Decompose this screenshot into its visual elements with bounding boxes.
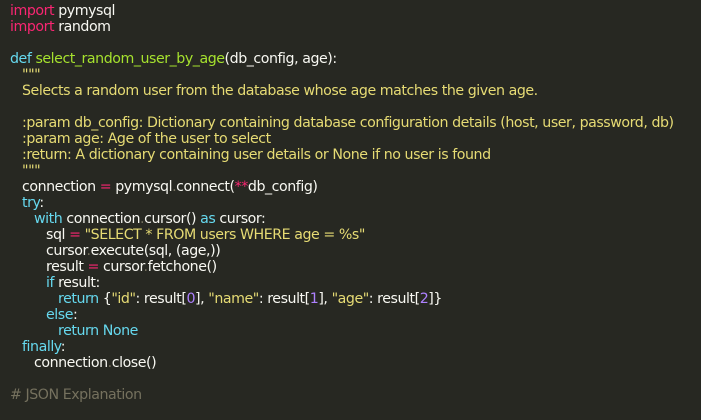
code-token: fetchone() <box>147 259 218 275</box>
code-token: : result[ <box>258 291 310 307</box>
code-line-16: cursor.execute(sql, (age,)) <box>10 243 701 259</box>
code-line-18: if result: <box>10 275 701 291</box>
function-name: select_random_user_by_age <box>35 51 225 67</box>
code-line-2: import random <box>10 19 701 35</box>
code-line-22: finally: <box>10 339 701 355</box>
dict-key: "name" <box>208 291 259 307</box>
operator: = <box>99 179 112 195</box>
code-line-10: :return: A dictionary containing user de… <box>10 147 701 163</box>
code-token: { <box>98 291 112 307</box>
sql-string: "SELECT * FROM users WHERE age = %s" <box>80 227 366 243</box>
code-token: cursor: <box>215 211 266 227</box>
code-token: connection <box>22 179 100 195</box>
code-line-5: """ <box>10 67 701 83</box>
index-number: 0 <box>186 291 196 307</box>
code-token: : <box>39 195 44 211</box>
code-line-14: with connection.cursor() as cursor: <box>10 211 701 227</box>
code-token: cursor <box>46 243 87 259</box>
docstring-close: """ <box>22 163 41 179</box>
operator: = <box>69 227 81 243</box>
code-token: cursor() <box>144 211 201 227</box>
function-args: (db_config, age): <box>224 51 338 67</box>
keyword-none: None <box>98 323 139 339</box>
code-token: ]} <box>428 291 442 307</box>
code-token: ], <box>318 291 332 307</box>
keyword-finally: finally <box>22 339 61 355</box>
code-token: sql <box>46 227 70 243</box>
code-token: pymysql <box>111 179 173 195</box>
code-line-11: """ <box>10 163 701 179</box>
code-token: connection <box>62 211 141 227</box>
code-line-17: result = cursor.fetchone() <box>10 259 701 275</box>
index-number: 2 <box>419 291 429 307</box>
operator: = <box>87 259 100 275</box>
docstring-open: """ <box>22 67 41 83</box>
code-token: close() <box>111 355 157 371</box>
code-line-6: Selects a random user from the database … <box>10 83 701 99</box>
code-token: ], <box>195 291 209 307</box>
module-name: pymysql <box>54 3 116 19</box>
code-line-12: connection = pymysql.connect(**db_config… <box>10 179 701 195</box>
keyword-if: if <box>46 275 55 291</box>
docstring-param: :param db_config: Dictionary containing … <box>22 115 674 131</box>
code-line-9: :param age: Age of the user to select <box>10 131 701 147</box>
code-line-23: connection.close() <box>10 355 701 371</box>
dict-key: "id" <box>111 291 136 307</box>
code-editor[interactable]: import pymysql import random def select_… <box>0 0 701 420</box>
code-line-1: import pymysql <box>10 3 701 19</box>
code-line-13: try: <box>10 195 701 211</box>
code-line-15: sql = "SELECT * FROM users WHERE age = %… <box>10 227 701 243</box>
comment: # JSON Explanation <box>10 387 142 403</box>
code-line-21: return None <box>10 323 701 339</box>
operator: ** <box>234 179 249 195</box>
code-token: result <box>46 259 88 275</box>
code-token: db_config) <box>247 179 318 195</box>
code-token: result: <box>54 275 100 291</box>
code-line-20: else: <box>10 307 701 323</box>
docstring-text: Selects a random user from the database … <box>22 83 538 99</box>
code-token: connection <box>34 355 108 371</box>
code-token: connect( <box>176 179 235 195</box>
docstring-return: :return: A dictionary containing user de… <box>22 147 491 163</box>
code-line-25: # JSON Explanation <box>10 387 701 403</box>
keyword-return: return <box>58 291 99 307</box>
keyword-def: def <box>10 51 32 67</box>
keyword-else: else <box>46 307 73 323</box>
keyword-with: with <box>34 211 63 227</box>
keyword-return: return <box>58 323 99 339</box>
keyword-try: try <box>22 195 40 211</box>
code-token: execute(sql, (age,)) <box>90 243 221 259</box>
code-token: : <box>73 307 78 323</box>
docstring-param: :param age: Age of the user to select <box>22 131 271 147</box>
code-line-4: def select_random_user_by_age(db_config,… <box>10 51 701 67</box>
code-token: : result[ <box>135 291 187 307</box>
keyword-import: import <box>10 19 55 35</box>
keyword-import: import <box>10 3 55 19</box>
dict-key: "age" <box>331 291 370 307</box>
code-token: : result[ <box>368 291 420 307</box>
code-line-19: return {"id": result[0], "name": result[… <box>10 291 701 307</box>
module-name: random <box>54 19 111 35</box>
code-token: cursor <box>98 259 144 275</box>
code-token: : <box>60 339 66 355</box>
keyword-as: as <box>200 211 216 227</box>
code-line-8: :param db_config: Dictionary containing … <box>10 115 701 131</box>
